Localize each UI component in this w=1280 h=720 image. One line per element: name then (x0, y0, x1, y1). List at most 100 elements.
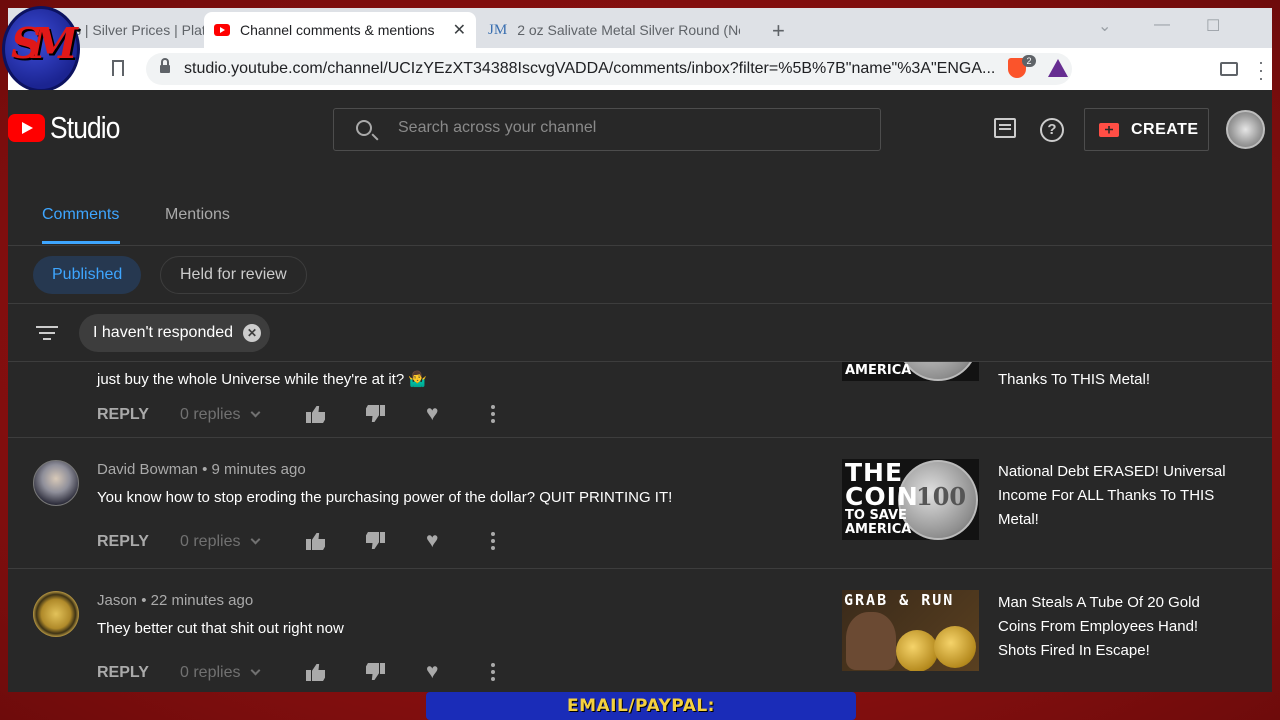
dislike-icon[interactable] (365, 662, 385, 682)
chip-held-for-review[interactable]: Held for review (160, 256, 307, 294)
filter-bar: I haven't responded ✕ (8, 304, 1272, 362)
comment-author[interactable]: David Bowman (97, 461, 198, 478)
minimize-icon[interactable]: — (1154, 16, 1170, 34)
comment-text: They better cut that shit out right now (97, 620, 344, 637)
commenter-avatar[interactable] (33, 460, 79, 506)
comment-time[interactable]: 9 minutes ago (211, 461, 305, 478)
tab-search-chevron-icon[interactable]: ⌄ (1098, 16, 1111, 36)
comment-meta: David Bowman • 9 minutes ago (97, 461, 306, 478)
comment-author[interactable]: Jason (97, 592, 137, 609)
like-icon[interactable] (306, 531, 326, 551)
tab-comments[interactable]: Comments (42, 206, 119, 224)
chip-published[interactable]: Published (33, 256, 142, 294)
replies-toggle[interactable]: 0 replies (180, 664, 240, 682)
commenter-avatar[interactable] (33, 591, 79, 637)
video-title[interactable]: Thanks To THIS Metal! (998, 368, 1228, 392)
reply-button[interactable]: REPLY (97, 533, 149, 551)
comment-list: just buy the whole Universe while they'r… (8, 362, 1272, 692)
heart-icon[interactable]: ♥ (426, 403, 446, 424)
active-tab-indicator (42, 241, 120, 244)
like-icon[interactable] (306, 404, 326, 424)
heart-icon[interactable]: ♥ (426, 661, 446, 682)
comment-row: Jason • 22 minutes ago They better cut t… (8, 569, 1272, 692)
tab-label: s | Silver Prices | Platin (74, 22, 204, 38)
video-camera-icon (1099, 122, 1119, 137)
account-avatar[interactable] (1226, 110, 1265, 149)
close-tab-icon[interactable]: ✕ (453, 20, 466, 40)
remove-filter-icon[interactable]: ✕ (243, 324, 262, 342)
video-title[interactable]: Man Steals A Tube Of 20 Gold Coins From … (998, 591, 1228, 663)
tab-label: 2 oz Salivate Metal Silver Round (New (517, 22, 740, 38)
comment-actions: REPLY 0 replies ♥ (97, 403, 517, 426)
dislike-icon[interactable] (365, 531, 385, 551)
studio-header: Studio ? CREATE (8, 90, 1272, 170)
filter-chip-not-responded[interactable]: I haven't responded ✕ (79, 314, 271, 352)
tab-label: Channel comments & mentions - (240, 22, 439, 38)
help-icon[interactable]: ? (1040, 118, 1064, 142)
person-image (846, 612, 896, 670)
omnibox[interactable]: studio.youtube.com/channel/UCIzYEzXT3438… (146, 53, 1072, 85)
thumb-caption: TO SAVE AMERICA (845, 362, 912, 378)
meta-separator: • (141, 592, 151, 609)
comments-tabs: Comments Mentions (8, 170, 1272, 246)
youtube-studio-app: Studio ? CREATE Comments Mentions Publis… (8, 90, 1272, 692)
jm-favicon-icon: JM (488, 21, 508, 38)
video-thumbnail[interactable]: GRAB & RUN (842, 590, 979, 671)
coin-value: 100 (916, 482, 967, 511)
more-options-icon[interactable] (491, 403, 495, 423)
contact-banner: EMAIL/PAYPAL: SALIVATEMETAL@GMAIL.COM (426, 692, 856, 720)
browser-tab-channel-comments[interactable]: Channel comments & mentions - ✕ (204, 12, 476, 48)
comment-actions: REPLY 0 replies ♥ (97, 661, 517, 684)
filter-chip-label: I haven't responded (93, 324, 234, 341)
reply-button[interactable]: REPLY (97, 406, 149, 424)
create-label: CREATE (1131, 120, 1199, 138)
thumb-headline: GRAB & RUN (844, 591, 955, 609)
youtube-favicon-icon (214, 24, 230, 36)
video-thumbnail[interactable]: TO SAVE AMERICA (842, 362, 979, 381)
thumb-caption: TO SAVE AMERICA (845, 508, 912, 537)
browser-menu-icon[interactable]: · · · (1258, 53, 1264, 87)
wallet-icon[interactable] (1220, 62, 1238, 76)
browser-tab-bar: s | Silver Prices | Platin Channel comme… (8, 8, 1272, 48)
heart-icon[interactable]: ♥ (426, 530, 446, 551)
more-options-icon[interactable] (491, 530, 495, 550)
comment-time[interactable]: 22 minutes ago (151, 592, 254, 609)
create-button[interactable]: CREATE (1084, 108, 1209, 151)
search-input[interactable] (398, 119, 858, 137)
contact-banner-text: EMAIL/PAYPAL: SALIVATEMETAL@GMAIL.COM (567, 696, 715, 716)
new-tab-button[interactable]: + (772, 18, 785, 44)
browser-tab-silver-prices[interactable]: s | Silver Prices | Platin (64, 12, 204, 48)
comment-text: just buy the whole Universe while they'r… (97, 371, 428, 388)
lock-icon (160, 58, 170, 74)
thumb-headline: THE COIN (845, 459, 919, 511)
replies-toggle[interactable]: 0 replies (180, 533, 240, 551)
channel-search-box[interactable] (333, 108, 881, 151)
url-text[interactable]: studio.youtube.com/channel/UCIzYEzXT3438… (184, 60, 1004, 78)
like-icon[interactable] (306, 662, 326, 682)
tab-mentions[interactable]: Mentions (165, 206, 230, 224)
bookmark-icon[interactable] (112, 60, 124, 76)
browser-tab-silver-round[interactable]: JM 2 oz Salivate Metal Silver Round (New (478, 12, 750, 48)
reply-button[interactable]: REPLY (97, 664, 149, 682)
comment-row: David Bowman • 9 minutes ago You know ho… (8, 438, 1272, 569)
brave-rewards-icon[interactable] (1048, 59, 1068, 77)
dislike-icon[interactable] (365, 404, 385, 424)
thumb-image: GRAB & RUN (842, 590, 979, 671)
studio-brand[interactable]: Studio (50, 110, 120, 146)
filter-icon[interactable] (36, 326, 58, 340)
maximize-icon[interactable]: ☐ (1206, 16, 1220, 36)
chevron-down-icon[interactable] (250, 665, 261, 676)
video-thumbnail[interactable]: 100 THE COIN TO SAVE AMERICA (842, 459, 979, 540)
more-options-icon[interactable] (491, 661, 495, 681)
gold-coin-image (896, 630, 938, 671)
comment-actions: REPLY 0 replies ♥ (97, 530, 517, 553)
comment-meta: Jason • 22 minutes ago (97, 592, 253, 609)
chevron-down-icon[interactable] (250, 407, 261, 418)
replies-toggle[interactable]: 0 replies (180, 406, 240, 424)
video-title[interactable]: National Debt ERASED! Universal Income F… (998, 460, 1228, 532)
feedback-icon[interactable] (994, 118, 1016, 138)
search-icon (356, 120, 372, 136)
gold-coin-image (934, 626, 976, 668)
chevron-down-icon[interactable] (250, 534, 261, 545)
youtube-logo-icon[interactable] (8, 114, 45, 142)
